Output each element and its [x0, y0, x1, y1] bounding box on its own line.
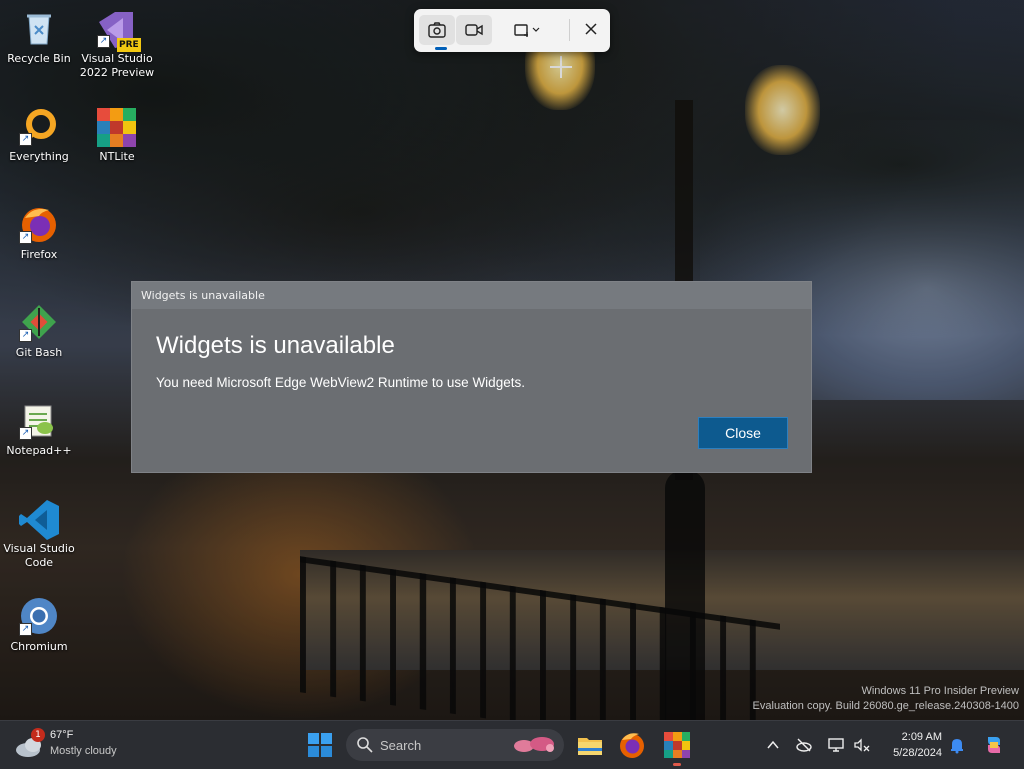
- weather-notification-badge: 1: [31, 728, 45, 742]
- preview-badge: PRE: [117, 38, 141, 52]
- running-indicator: [673, 763, 681, 766]
- desktop-icon-label: Visual Studio Code: [3, 542, 75, 569]
- search-placeholder: Search: [380, 738, 422, 753]
- taskbar: 1 67°F Mostly cloudy Search 2:09 AM 5/28…: [0, 720, 1024, 769]
- desktop-icon-chromium[interactable]: ↗ Chromium: [0, 596, 78, 654]
- shortcut-arrow-icon: ↗: [19, 329, 32, 342]
- desktop-icon-visual-studio-preview[interactable]: PRE ↗ Visual Studio 2022 Preview: [78, 8, 156, 80]
- desktop-icon-label: Visual Studio 2022 Preview: [79, 52, 155, 79]
- camera-icon: [428, 22, 446, 38]
- taskbar-ntlite[interactable]: [662, 730, 692, 766]
- git-bash-icon: ↗: [19, 302, 59, 342]
- close-icon: [585, 23, 597, 35]
- explorer-icon: [578, 738, 602, 755]
- recycle-bin-icon: [19, 8, 59, 48]
- weather-widget[interactable]: 1 67°F Mostly cloudy: [14, 728, 144, 764]
- chevron-up-icon[interactable]: [764, 736, 782, 754]
- snip-close-button[interactable]: [573, 15, 609, 45]
- desktop-icon-label: Notepad++: [6, 444, 72, 457]
- windows-watermark: Windows 11 Pro Insider Preview Evaluatio…: [753, 684, 1019, 714]
- crosshair-cursor: [550, 56, 572, 78]
- selected-mode-indicator: [435, 47, 447, 50]
- desktop-icon-notepad-plus-plus[interactable]: ↗ Notepad++: [0, 400, 78, 458]
- toolbar-divider: [569, 19, 570, 41]
- desktop-icon-label: Git Bash: [15, 346, 63, 359]
- dialog-title-bar: Widgets is unavailable: [132, 282, 811, 309]
- video-mode-button[interactable]: [456, 15, 492, 45]
- shortcut-arrow-icon: ↗: [19, 231, 32, 244]
- vscode-icon: [19, 498, 59, 540]
- clock-time: 2:09 AM: [901, 731, 942, 743]
- taskbar-firefox[interactable]: [617, 730, 647, 760]
- desktop-icon-recycle-bin[interactable]: Recycle Bin: [0, 8, 78, 66]
- weather-temperature: 67°F: [50, 729, 74, 741]
- desktop-icon-label: NTLite: [99, 150, 135, 163]
- start-button[interactable]: [307, 732, 333, 758]
- desktop-icon-label: Chromium: [10, 640, 68, 653]
- desktop-icon-git-bash[interactable]: ↗ Git Bash: [0, 302, 78, 360]
- dialog-message: You need Microsoft Edge WebView2 Runtime…: [156, 375, 525, 390]
- ntlite-icon: [664, 732, 690, 758]
- shortcut-arrow-icon: ↗: [19, 427, 32, 440]
- desktop-icon-label: Firefox: [20, 248, 58, 261]
- desktop-icon-firefox[interactable]: ↗ Firefox: [0, 204, 78, 262]
- dialog-heading: Widgets is unavailable: [156, 332, 395, 359]
- watermark-edition: Windows 11 Pro Insider Preview: [861, 685, 1019, 697]
- desktop-icon-vscode[interactable]: Visual Studio Code: [0, 498, 78, 570]
- snip-shape-dropdown[interactable]: [506, 15, 552, 45]
- clock[interactable]: 2:09 AM 5/28/2024: [886, 729, 942, 761]
- notification-bell-icon[interactable]: [948, 736, 966, 754]
- taskbar-search[interactable]: Search: [346, 729, 564, 761]
- video-icon: [465, 24, 483, 36]
- search-icon: [357, 737, 373, 753]
- watermark-build: Evaluation copy. Build 26080.ge_release.…: [752, 700, 1019, 712]
- network-speaker-icon[interactable]: [853, 736, 871, 754]
- everything-icon: ↗: [19, 106, 59, 146]
- shortcut-arrow-icon: ↗: [97, 35, 110, 48]
- weather-condition: Mostly cloudy: [50, 745, 117, 757]
- ntlite-icon: [97, 106, 137, 147]
- screenshot-mode-button[interactable]: [419, 15, 455, 50]
- onedrive-offline-icon[interactable]: [795, 736, 813, 754]
- snipping-tool-toolbar: [414, 9, 610, 52]
- desktop-icon-label: Recycle Bin: [7, 52, 71, 65]
- desktop-icon-label: Everything: [9, 150, 69, 163]
- visual-studio-icon: PRE ↗: [97, 8, 141, 52]
- search-highlight-icon: [514, 737, 554, 752]
- notepad-plus-plus-icon: ↗: [19, 400, 59, 440]
- widgets-unavailable-dialog: Widgets is unavailable Widgets is unavai…: [131, 281, 812, 473]
- shortcut-arrow-icon: ↗: [19, 623, 32, 636]
- windows-logo-icon: [308, 733, 332, 757]
- desktop-icon-everything[interactable]: ↗ Everything: [0, 106, 78, 164]
- snip-mode-icon: [514, 24, 540, 37]
- firefox-icon: [620, 733, 644, 758]
- shortcut-arrow-icon: ↗: [19, 133, 32, 146]
- close-button[interactable]: Close: [698, 417, 788, 449]
- chromium-icon: ↗: [19, 596, 59, 636]
- clock-date: 5/28/2024: [893, 747, 942, 759]
- copilot-icon[interactable]: [982, 733, 1006, 757]
- taskbar-file-explorer[interactable]: [575, 730, 605, 760]
- firefox-icon: ↗: [19, 204, 59, 244]
- display-icon[interactable]: [827, 736, 845, 754]
- desktop-icon-ntlite[interactable]: NTLite: [78, 106, 156, 164]
